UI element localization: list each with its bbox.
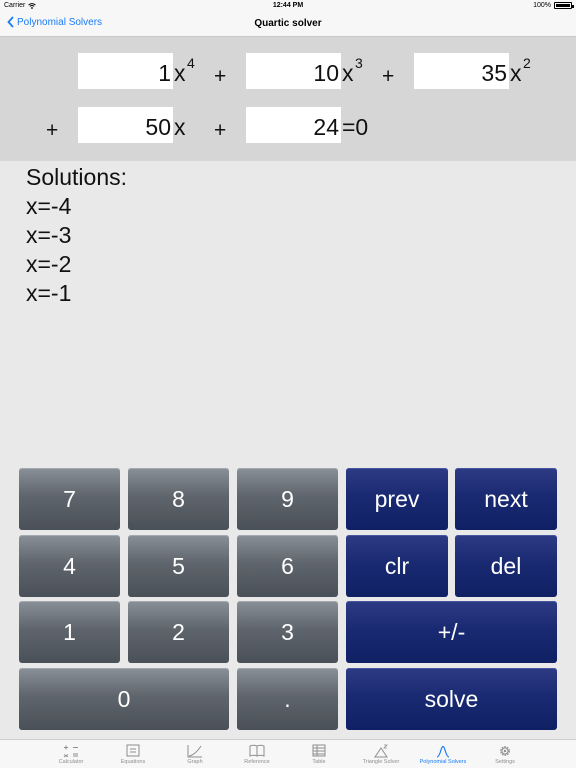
tab-table[interactable]: Table: [288, 742, 350, 765]
book-icon: [226, 742, 288, 759]
page-title: Quartic solver: [254, 18, 322, 29]
x4-variable-label: x: [174, 60, 186, 86]
battery-label: 100%: [533, 2, 551, 9]
decimal-point-button[interactable]: .: [237, 668, 338, 730]
tab-label: Reference: [244, 759, 270, 765]
key-5-button[interactable]: 5: [128, 535, 229, 597]
navigation-bar: Polynomial Solvers Quartic solver: [0, 12, 576, 37]
plus-sign: +: [46, 119, 59, 142]
delete-button[interactable]: del: [455, 535, 557, 597]
equations-icon: [102, 742, 164, 759]
constant-term-field[interactable]: 24: [246, 107, 341, 143]
tab-label: Calculator: [58, 759, 84, 765]
tab-polynomial-solvers[interactable]: Polynomial Solvers: [412, 742, 474, 765]
solution-item: x=-4: [26, 193, 72, 219]
equals-zero-label: =0: [342, 114, 369, 140]
coefficient-x2-field[interactable]: 35: [414, 53, 509, 89]
solution-item: x=-1: [26, 280, 72, 306]
table-icon: [288, 742, 350, 759]
exponent-3-label: 3: [355, 55, 363, 71]
tab-calculator[interactable]: Calculator: [40, 742, 102, 765]
exponent-2-label: 2: [523, 55, 531, 71]
gear-icon: [474, 742, 536, 759]
plus-minus-button[interactable]: +/-: [346, 601, 557, 663]
tab-reference[interactable]: Reference: [226, 742, 288, 765]
tab-label: Graph: [187, 759, 203, 765]
equation-panel: 1 x 4 + 10 x 3 + 35 x 2 + 50 x + 24 =0: [0, 37, 576, 161]
solve-button[interactable]: solve: [346, 668, 557, 730]
key-3-button[interactable]: 3: [237, 601, 338, 663]
status-time: 12:44 PM: [272, 2, 304, 9]
solutions-panel: Solutions: x=-4 x=-3 x=-2 x=-1: [26, 163, 127, 308]
tab-label: Equations: [120, 759, 146, 765]
key-4-button[interactable]: 4: [19, 535, 120, 597]
tab-triangle-solver[interactable]: Triangle Solver: [350, 742, 412, 765]
key-9-button[interactable]: 9: [237, 468, 338, 530]
tab-label: Table: [312, 759, 326, 765]
solution-item: x=-3: [26, 222, 72, 248]
plus-sign: +: [214, 65, 227, 88]
key-1-button[interactable]: 1: [19, 601, 120, 663]
tab-bar: Calculator Equations Graph Reference Tab…: [0, 739, 576, 768]
tab-label: Polynomial Solvers: [419, 759, 467, 765]
battery-group: 100%: [533, 2, 574, 9]
tab-settings[interactable]: Settings: [474, 742, 536, 765]
tab-equations[interactable]: Equations: [102, 742, 164, 765]
tab-label: Triangle Solver: [362, 759, 400, 765]
solutions-heading: Solutions:: [26, 164, 128, 190]
plus-sign: +: [382, 65, 395, 88]
exponent-4-label: 4: [187, 55, 195, 71]
key-0-button[interactable]: 0: [19, 668, 229, 730]
key-2-button[interactable]: 2: [128, 601, 229, 663]
tab-label: Settings: [495, 759, 515, 765]
prev-button[interactable]: prev: [346, 468, 448, 530]
key-6-button[interactable]: 6: [237, 535, 338, 597]
triangle-icon: [350, 742, 412, 759]
graph-icon: [164, 742, 226, 759]
coefficient-x4-field[interactable]: 1: [78, 53, 173, 89]
tab-graph[interactable]: Graph: [164, 742, 226, 765]
calculator-icon: [40, 742, 102, 759]
polynomial-icon: [412, 742, 474, 759]
coefficient-x3-field[interactable]: 10: [246, 53, 341, 89]
next-button[interactable]: next: [455, 468, 557, 530]
clear-button[interactable]: clr: [346, 535, 448, 597]
key-7-button[interactable]: 7: [19, 468, 120, 530]
solution-item: x=-2: [26, 251, 72, 277]
plus-sign: +: [214, 119, 227, 142]
status-bar: Carrier 12:44 PM 100%: [0, 0, 576, 12]
x1-variable-label: x: [174, 114, 186, 140]
battery-icon: [554, 2, 574, 9]
key-8-button[interactable]: 8: [128, 468, 229, 530]
x3-variable-label: x: [342, 60, 354, 86]
coefficient-x1-field[interactable]: 50: [78, 107, 173, 143]
x2-variable-label: x: [510, 60, 522, 86]
